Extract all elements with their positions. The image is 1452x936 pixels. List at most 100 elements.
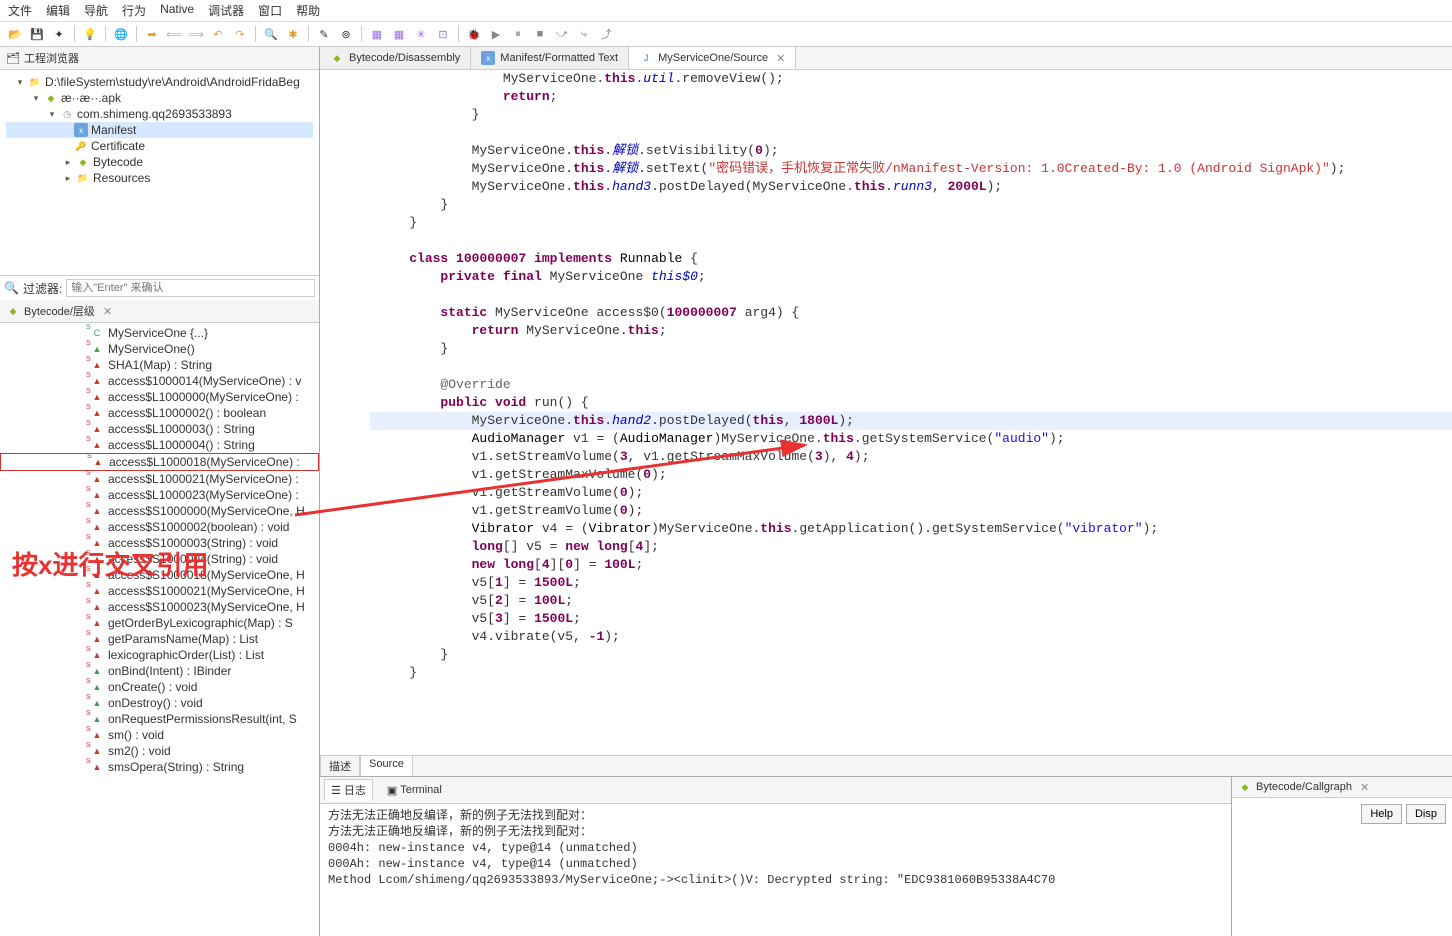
undo-icon[interactable]: ↶ bbox=[209, 25, 227, 43]
hierarchy-item[interactable]: S▲onBind(Intent) : IBinder bbox=[0, 663, 319, 679]
sub-tab-desc[interactable]: 描述 bbox=[320, 755, 360, 776]
log-content[interactable]: 方法无法正确地反编译，新的例子无法找到配对：方法无法正确地反编译，新的例子无法找… bbox=[320, 804, 1231, 936]
java-icon: J bbox=[639, 51, 653, 65]
bug-icon[interactable]: 🐞 bbox=[465, 25, 483, 43]
xml-icon: x bbox=[481, 51, 495, 65]
method-icon: S▲ bbox=[90, 680, 104, 694]
menu-edit[interactable]: 编辑 bbox=[46, 2, 70, 19]
stop-icon[interactable]: ■ bbox=[531, 25, 549, 43]
play-icon[interactable]: ▶ bbox=[487, 25, 505, 43]
explorer-title: 🗂 工程浏览器 bbox=[0, 47, 319, 70]
tree-apk[interactable]: æ··æ··.apk bbox=[61, 91, 121, 105]
project-tree[interactable]: ▾📁D:\fileSystem\study\re\Android\Android… bbox=[0, 70, 319, 275]
menu-bar: 文件 编辑 导航 行为 Native 调试器 窗口 帮助 bbox=[0, 0, 1452, 22]
package-icon: ◷ bbox=[60, 107, 74, 121]
menu-action[interactable]: 行为 bbox=[122, 2, 146, 19]
tree-resources[interactable]: Resources bbox=[93, 171, 150, 185]
star-icon[interactable]: ✱ bbox=[284, 25, 302, 43]
tab-source[interactable]: JMyServiceOne/Source✕ bbox=[629, 47, 796, 69]
display-button[interactable]: Disp bbox=[1406, 804, 1446, 824]
props-icon[interactable]: ✦ bbox=[50, 25, 68, 43]
hierarchy-item[interactable]: SCMyServiceOne {...} bbox=[0, 325, 319, 341]
tree-manifest[interactable]: Manifest bbox=[91, 123, 136, 137]
hierarchy-item[interactable]: S▲access$L1000023(MyServiceOne) : bbox=[0, 487, 319, 503]
hierarchy-item[interactable]: S▲sm2() : void bbox=[0, 743, 319, 759]
hierarchy-item[interactable]: S▲access$S1000018(MyServiceOne, H bbox=[0, 567, 319, 583]
hierarchy-item[interactable]: S▲lexicographicOrder(List) : List bbox=[0, 647, 319, 663]
hierarchy-item[interactable]: S▲access$L1000004() : String bbox=[0, 437, 319, 453]
hierarchy-item[interactable]: S▲sm() : void bbox=[0, 727, 319, 743]
menu-file[interactable]: 文件 bbox=[8, 2, 32, 19]
hierarchy-item[interactable]: S▲onRequestPermissionsResult(int, S bbox=[0, 711, 319, 727]
hierarchy-item[interactable]: S▲getParamsName(Map) : List bbox=[0, 631, 319, 647]
hierarchy-item[interactable]: S▲access$S1000002(boolean) : void bbox=[0, 519, 319, 535]
fwd-icon[interactable]: ⟹ bbox=[187, 25, 205, 43]
android-icon: ◆ bbox=[76, 155, 90, 169]
stepout-icon[interactable]: ⤴ bbox=[597, 25, 615, 43]
stepin-icon[interactable]: ⤷ bbox=[575, 25, 593, 43]
edit-icon[interactable]: ✎ bbox=[315, 25, 333, 43]
hierarchy-list[interactable]: SCMyServiceOne {...}S▲MyServiceOne()S▲SH… bbox=[0, 323, 319, 936]
hierarchy-item[interactable]: S▲SHA1(Map) : String bbox=[0, 357, 319, 373]
code-editor[interactable]: MyServiceOne.this.util.removeView(); ret… bbox=[320, 70, 1452, 755]
hierarchy-item[interactable]: S▲access$L1000003() : String bbox=[0, 421, 319, 437]
menu-help[interactable]: 帮助 bbox=[296, 2, 320, 19]
method-icon: S▲ bbox=[90, 712, 104, 726]
menu-debug[interactable]: 调试器 bbox=[208, 2, 244, 19]
grid2-icon[interactable]: ▦ bbox=[390, 25, 408, 43]
tab-log[interactable]: ☰日志 bbox=[324, 779, 373, 801]
hierarchy-item[interactable]: S▲access$S1000003(String) : void bbox=[0, 535, 319, 551]
tree-pkg[interactable]: com.shimeng.qq2693533893 bbox=[77, 107, 232, 121]
menu-nav[interactable]: 导航 bbox=[84, 2, 108, 19]
tab-manifest[interactable]: xManifest/Formatted Text bbox=[471, 47, 629, 69]
tree-bytecode[interactable]: Bytecode bbox=[93, 155, 143, 169]
sub-tab-source[interactable]: Source bbox=[360, 755, 413, 776]
hierarchy-item[interactable]: S▲access$1000014(MyServiceOne) : v bbox=[0, 373, 319, 389]
method-icon: S▲ bbox=[90, 504, 104, 518]
hierarchy-item[interactable]: S▲access$L1000000(MyServiceOne) : bbox=[0, 389, 319, 405]
menu-window[interactable]: 窗口 bbox=[258, 2, 282, 19]
pause-icon[interactable]: ⏸ bbox=[509, 25, 527, 43]
back-icon[interactable]: ⟸ bbox=[165, 25, 183, 43]
grid1-icon[interactable]: ▦ bbox=[368, 25, 386, 43]
menu-native[interactable]: Native bbox=[160, 2, 194, 19]
close-icon[interactable]: ✕ bbox=[1360, 781, 1369, 794]
tab-terminal[interactable]: ▣Terminal bbox=[381, 779, 448, 801]
hierarchy-item[interactable]: S▲access$S1000000(MyServiceOne, H bbox=[0, 503, 319, 519]
tab-disassembly[interactable]: ◆Bytecode/Disassembly bbox=[320, 47, 471, 69]
method-icon: S▲ bbox=[90, 552, 104, 566]
help-button[interactable]: Help bbox=[1361, 804, 1402, 824]
hierarchy-item[interactable]: S▲access$L1000021(MyServiceOne) : bbox=[0, 471, 319, 487]
hierarchy-item[interactable]: S▲access$S1000021(MyServiceOne, H bbox=[0, 583, 319, 599]
folder-icon: 📁 bbox=[76, 171, 90, 185]
method-icon: SC bbox=[90, 326, 104, 340]
save-icon[interactable]: 💾 bbox=[28, 25, 46, 43]
redo-icon[interactable]: ↷ bbox=[231, 25, 249, 43]
tree-cert[interactable]: Certificate bbox=[91, 139, 145, 153]
hierarchy-item[interactable]: S▲onCreate() : void bbox=[0, 679, 319, 695]
method-icon: S▲ bbox=[90, 728, 104, 742]
method-icon: S▲ bbox=[90, 664, 104, 678]
hierarchy-item[interactable]: S▲access$L1000002() : boolean bbox=[0, 405, 319, 421]
obj-icon[interactable]: ⊡ bbox=[434, 25, 452, 43]
target-icon[interactable]: ⊚ bbox=[337, 25, 355, 43]
hierarchy-item[interactable]: S▲access$L1000018(MyServiceOne) : bbox=[0, 453, 319, 471]
open-icon[interactable]: 📂 bbox=[6, 25, 24, 43]
hierarchy-item[interactable]: S▲access$S1000023(MyServiceOne, H bbox=[0, 599, 319, 615]
hierarchy-item[interactable]: S▲access$S1000004(String) : void bbox=[0, 551, 319, 567]
hierarchy-item[interactable]: S▲MyServiceOne() bbox=[0, 341, 319, 357]
tree-root[interactable]: D:\fileSystem\study\re\Android\AndroidFr… bbox=[45, 75, 300, 89]
close-icon[interactable]: ✕ bbox=[103, 305, 112, 318]
filter-input[interactable] bbox=[66, 279, 315, 297]
hierarchy-item[interactable]: S▲getOrderByLexicographic(Map) : S bbox=[0, 615, 319, 631]
globe-icon[interactable]: 🌐 bbox=[112, 25, 130, 43]
search-icon: 🔍 bbox=[4, 281, 19, 295]
hierarchy-item[interactable]: S▲smsOpera(String) : String bbox=[0, 759, 319, 775]
stepover-icon[interactable]: ⤻ bbox=[553, 25, 571, 43]
close-icon[interactable]: ✕ bbox=[776, 52, 785, 65]
find-icon[interactable]: 🔍 bbox=[262, 25, 280, 43]
arrow-right-icon[interactable]: ➡ bbox=[143, 25, 161, 43]
puzzle-icon[interactable]: ✳ bbox=[412, 25, 430, 43]
bulb-icon[interactable]: 💡 bbox=[81, 25, 99, 43]
hierarchy-item[interactable]: S▲onDestroy() : void bbox=[0, 695, 319, 711]
